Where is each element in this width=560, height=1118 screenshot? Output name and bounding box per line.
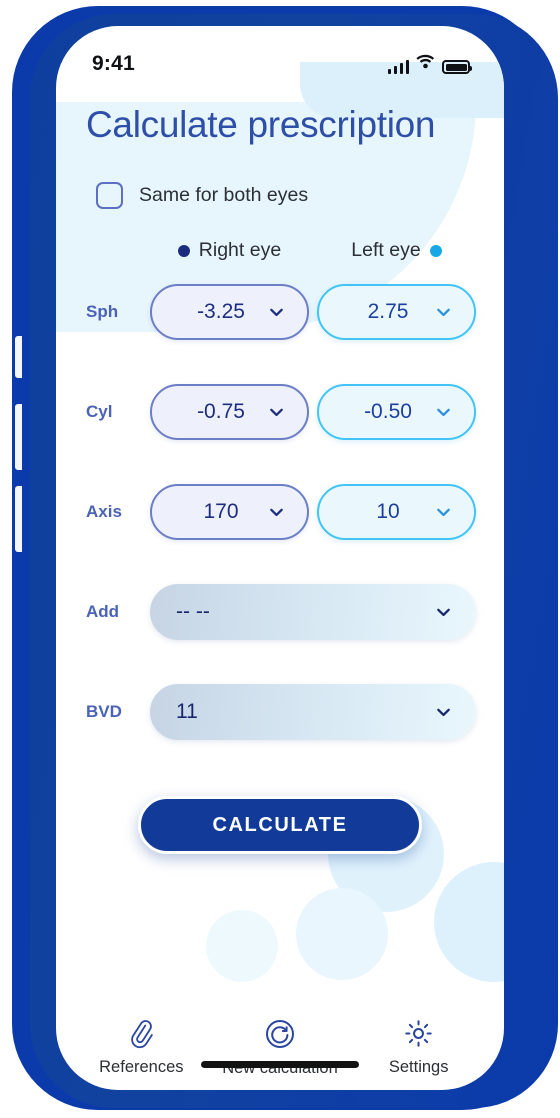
- home-indicator[interactable]: [201, 1061, 359, 1068]
- add-select[interactable]: -- --: [150, 584, 476, 640]
- phone-volume-up-button[interactable]: [15, 404, 22, 470]
- add-value: -- --: [176, 600, 210, 623]
- chevron-down-icon: [270, 508, 283, 516]
- field-label-cyl: Cyl: [86, 402, 113, 421]
- signal-bars-icon: [387, 59, 409, 74]
- chevron-down-icon: [437, 308, 450, 316]
- bottom-tab-bar: References New calculation Settings: [56, 1008, 504, 1090]
- status-bar: 9:41: [56, 26, 504, 88]
- same-both-eyes-label: Same for both eyes: [139, 184, 309, 206]
- cyl-left-eye-select[interactable]: -0.50: [317, 384, 476, 440]
- field-row-sph: Sph -3.25 2.75: [84, 262, 476, 362]
- gear-icon: [403, 1018, 434, 1049]
- field-label-bvd: BVD: [86, 702, 122, 721]
- tab-new-calculation[interactable]: New calculation: [211, 1008, 350, 1082]
- sph-right-eye-value: -3.25: [197, 300, 245, 323]
- chevron-down-icon: [270, 308, 283, 316]
- decor-circle-2: [434, 862, 504, 982]
- cyl-left-eye-value: -0.50: [364, 400, 412, 423]
- bvd-value: 11: [176, 700, 198, 723]
- axis-right-eye-select[interactable]: 170: [150, 484, 309, 540]
- field-row-bvd: BVD 11: [84, 662, 476, 762]
- left-eye-dot: [429, 244, 442, 257]
- calculate-button[interactable]: CALCULATE: [138, 796, 422, 854]
- left-eye-header: Left eye: [317, 239, 476, 262]
- field-label-sph: Sph: [86, 302, 119, 321]
- chevron-down-icon: [437, 408, 450, 416]
- right-eye-dot: [177, 244, 190, 257]
- axis-left-eye-value: 10: [376, 500, 400, 523]
- same-both-eyes-row[interactable]: Same for both eyes: [96, 182, 476, 209]
- field-row-cyl: Cyl -0.75 -0.50: [84, 362, 476, 462]
- field-label-add: Add: [86, 602, 120, 621]
- battery-full-icon: [442, 60, 472, 74]
- reset-circle-icon: [264, 1018, 296, 1050]
- axis-right-eye-value: 170: [203, 500, 239, 523]
- phone-screen: 9:41 Calculate prescription Same for bot…: [56, 26, 504, 1090]
- cyl-right-eye-select[interactable]: -0.75: [150, 384, 309, 440]
- field-row-add: Add -- --: [84, 562, 476, 662]
- chevron-down-icon: [437, 508, 450, 516]
- page-title: Calculate prescription: [86, 104, 436, 145]
- right-eye-header: Right eye: [150, 239, 309, 262]
- status-bar-icons: [387, 54, 472, 74]
- cyl-right-eye-value: -0.75: [197, 400, 245, 423]
- sph-left-eye-select[interactable]: 2.75: [317, 284, 476, 340]
- sph-left-eye-value: 2.75: [367, 300, 409, 323]
- wifi-icon: [416, 54, 435, 74]
- right-eye-label: Right eye: [198, 239, 282, 261]
- decor-circle-3: [296, 888, 388, 980]
- left-eye-label: Left eye: [351, 239, 421, 261]
- chevron-down-icon: [270, 408, 283, 416]
- tab-label-references: References: [99, 1058, 184, 1076]
- primary-action-wrap: CALCULATE: [84, 796, 476, 854]
- tab-label-settings: Settings: [388, 1058, 449, 1076]
- sph-right-eye-select[interactable]: -3.25: [150, 284, 309, 340]
- phone-silent-switch[interactable]: [15, 336, 22, 378]
- status-bar-clock: 9:41: [92, 52, 135, 75]
- eye-column-headers: Right eye Left eye: [84, 239, 476, 262]
- decor-circle-4: [206, 910, 278, 982]
- screenshot-root: 9:41 Calculate prescription Same for bot…: [0, 0, 560, 1118]
- bvd-select[interactable]: 11: [150, 684, 476, 740]
- main-content: Calculate prescription Same for both eye…: [56, 104, 504, 854]
- same-both-eyes-checkbox[interactable]: [96, 182, 123, 209]
- chevron-down-icon: [437, 608, 450, 616]
- field-row-axis: Axis 170 10: [84, 462, 476, 562]
- paperclip-icon: [126, 1018, 157, 1049]
- field-label-axis: Axis: [86, 502, 122, 521]
- chevron-down-icon: [437, 708, 450, 716]
- tab-settings[interactable]: Settings: [349, 1008, 488, 1082]
- tab-references[interactable]: References: [72, 1008, 211, 1082]
- axis-left-eye-select[interactable]: 10: [317, 484, 476, 540]
- phone-volume-down-button[interactable]: [15, 486, 22, 552]
